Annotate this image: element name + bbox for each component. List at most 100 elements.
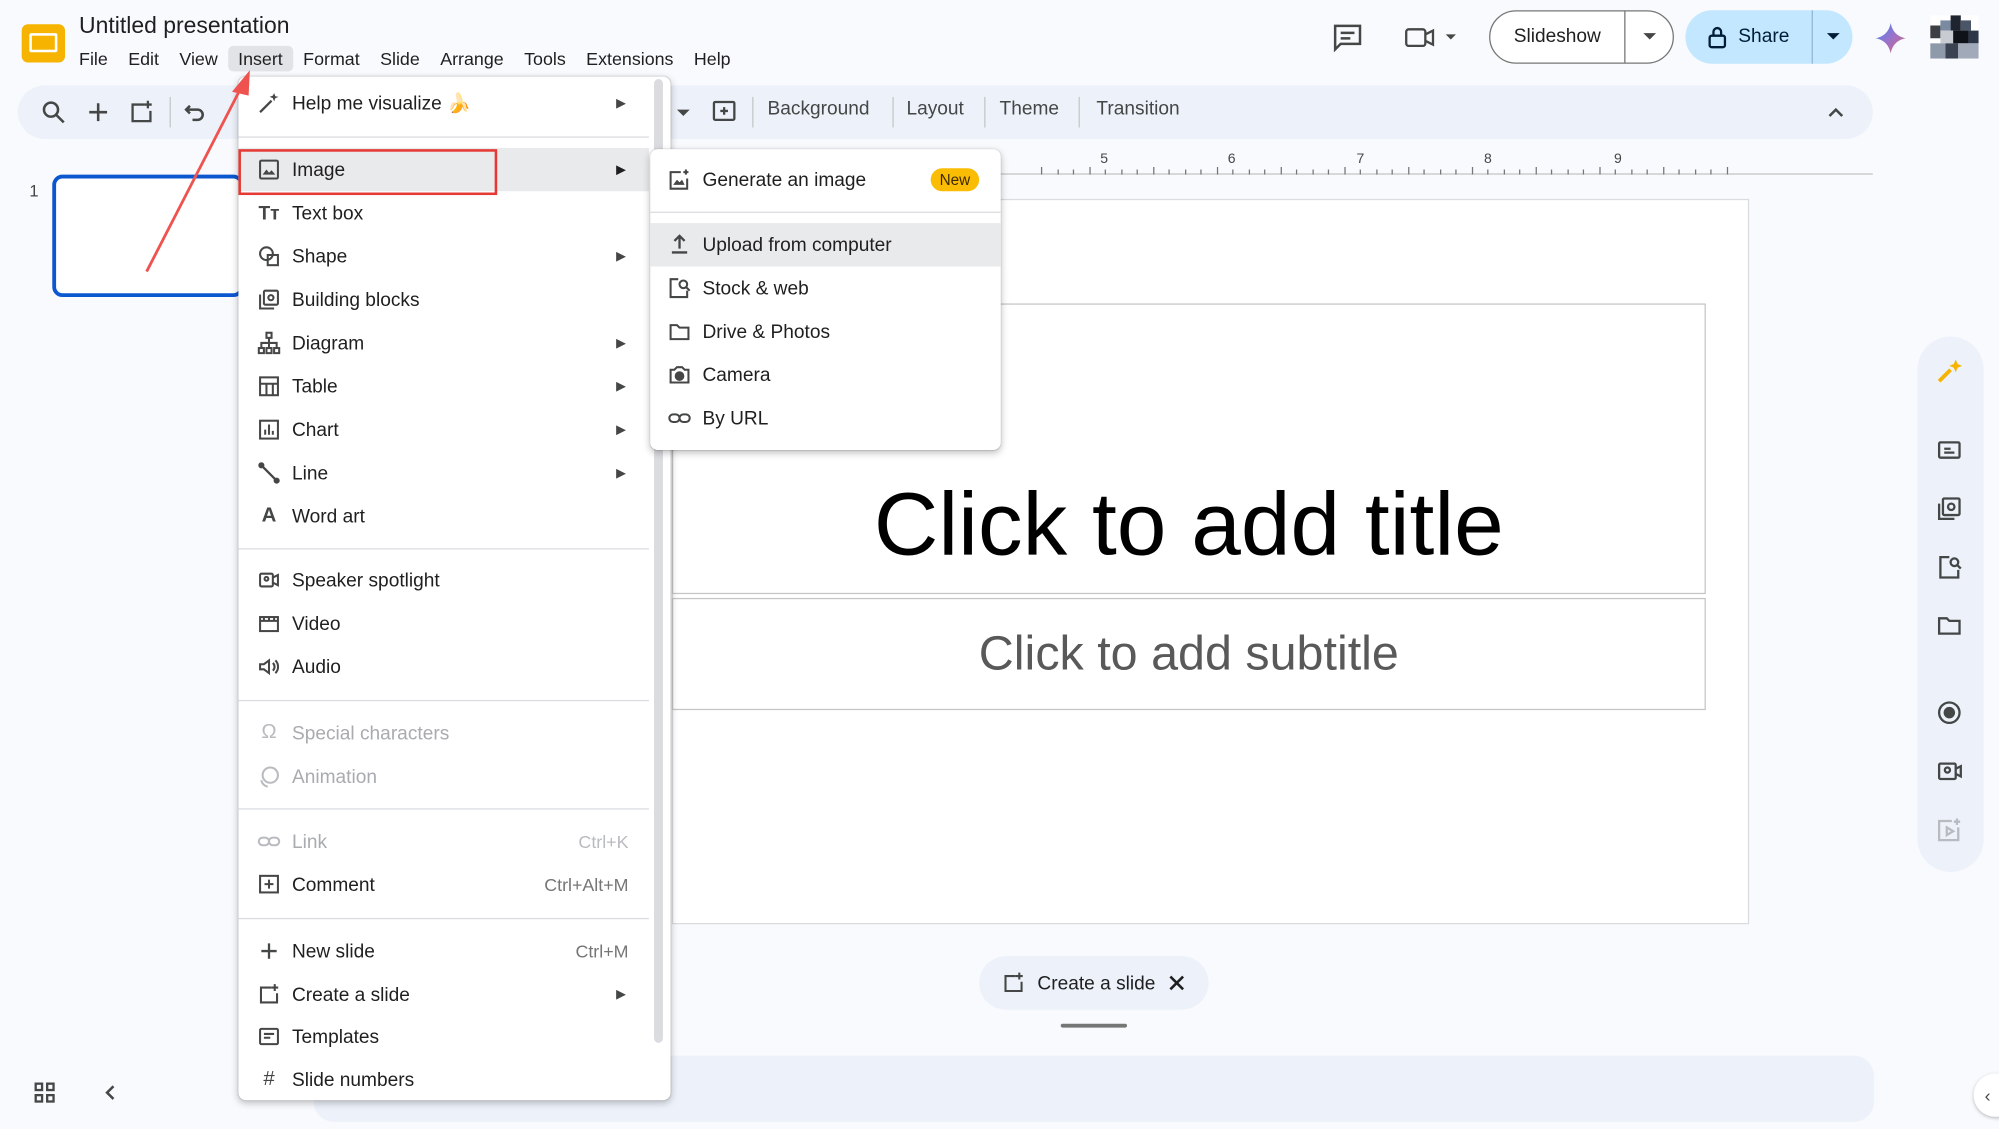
slideshow-dropdown-icon[interactable]: [1625, 32, 1672, 42]
menu-item-line[interactable]: Line ▶: [238, 451, 649, 494]
menu-item-video[interactable]: Video: [238, 602, 649, 645]
stock-images-icon[interactable]: [1935, 553, 1963, 581]
toolbar-dropdown-icon[interactable]: [676, 99, 691, 124]
caption-panel-icon[interactable]: [1935, 436, 1963, 464]
submenu-item-stock-web[interactable]: Stock & web: [650, 266, 1001, 309]
menu-item-shape[interactable]: Shape ▶: [238, 235, 649, 278]
menu-extensions[interactable]: Extensions: [576, 46, 684, 71]
transition-button[interactable]: Transition: [1096, 98, 1179, 120]
submenu-item-drive-photos[interactable]: Drive & Photos: [650, 310, 1001, 353]
menu-item-special-characters[interactable]: Ω Special characters: [238, 711, 649, 754]
speaker-spotlight-icon[interactable]: [1935, 757, 1963, 785]
submenu-item-camera[interactable]: Camera: [650, 353, 1001, 396]
layout-button[interactable]: Layout: [906, 98, 963, 120]
side-panel-toggle-icon[interactable]: ‹: [1973, 1073, 1999, 1117]
menu-item-animation[interactable]: Animation: [238, 755, 649, 798]
resize-handle[interactable]: [1060, 1023, 1128, 1028]
stock-search-icon: [667, 275, 692, 300]
share-label: Share: [1738, 25, 1790, 48]
generate-image-icon: [667, 167, 692, 192]
menu-item-chart[interactable]: Chart ▶: [238, 408, 649, 451]
add-comment-icon: [256, 872, 281, 897]
share-button[interactable]: Share: [1685, 10, 1853, 64]
subtitle-placeholder-text: Click to add subtitle: [978, 626, 1399, 681]
background-button[interactable]: Background: [767, 98, 869, 120]
sparkle-visualize-icon[interactable]: [1935, 357, 1963, 385]
record-icon[interactable]: [1935, 699, 1963, 727]
menu-item-help-me-visualize[interactable]: Help me visualize 🍌 ▶: [238, 82, 649, 125]
submenu-arrow-icon: ▶: [616, 987, 626, 1002]
menu-item-diagram[interactable]: Diagram ▶: [238, 321, 649, 364]
menu-format[interactable]: Format: [293, 46, 370, 71]
text-box-icon: Tт: [258, 202, 280, 224]
menu-item-comment[interactable]: Comment Ctrl+Alt+M: [238, 863, 649, 906]
menu-item-table[interactable]: Table ▶: [238, 365, 649, 408]
create-slide-pill[interactable]: Create a slide: [979, 956, 1209, 1010]
submenu-item-generate-image[interactable]: Generate an image New: [650, 158, 1001, 201]
menu-item-link[interactable]: Link Ctrl+K: [238, 820, 649, 863]
subtitle-placeholder[interactable]: Click to add subtitle: [671, 597, 1706, 711]
menu-insert[interactable]: Insert: [227, 45, 293, 72]
menu-item-new-slide[interactable]: New slide Ctrl+M: [238, 929, 649, 972]
folder-icon: [667, 319, 692, 344]
ruler-mark: 8: [1483, 151, 1492, 168]
slides-logo-icon[interactable]: [20, 20, 66, 66]
menu-item-create-a-slide[interactable]: Create a slide ▶: [238, 973, 649, 1016]
menu-slide[interactable]: Slide: [370, 46, 430, 71]
lock-icon: [1709, 26, 1727, 49]
table-icon: [256, 374, 281, 399]
slideshow-button[interactable]: Slideshow: [1489, 10, 1674, 64]
share-dropdown-icon[interactable]: [1813, 32, 1853, 42]
menu-tools[interactable]: Tools: [514, 46, 576, 71]
menu-edit[interactable]: Edit: [118, 46, 169, 71]
search-menus-icon[interactable]: [41, 99, 66, 124]
plus-icon: [256, 938, 281, 963]
menu-help[interactable]: Help: [684, 46, 741, 71]
video-add-icon[interactable]: [1935, 816, 1963, 844]
submenu-item-by-url[interactable]: By URL: [650, 396, 1001, 439]
document-title[interactable]: Untitled presentation: [79, 13, 289, 40]
building-blocks-icon: [256, 287, 281, 312]
templates-icon: [256, 1024, 281, 1049]
menu-item-slide-numbers[interactable]: # Slide numbers: [238, 1058, 649, 1101]
menu-file[interactable]: File: [69, 46, 118, 71]
submenu-item-upload-from-computer[interactable]: Upload from computer: [650, 223, 1001, 267]
new-badge: New: [930, 168, 980, 192]
submenu-arrow-icon: ▶: [616, 335, 626, 350]
magic-wand-icon: [256, 91, 281, 116]
ruler-mark: 7: [1356, 151, 1365, 168]
folder-icon[interactable]: [1935, 612, 1963, 640]
add-icon[interactable]: [85, 99, 110, 124]
add-comment-icon[interactable]: [711, 99, 736, 124]
slide-thumbnail[interactable]: [52, 174, 244, 298]
collapse-toolbar-icon[interactable]: [1823, 99, 1848, 124]
menu-view[interactable]: View: [169, 46, 228, 71]
theme-button[interactable]: Theme: [1000, 98, 1060, 120]
comments-icon[interactable]: [1331, 20, 1364, 53]
close-icon[interactable]: [1168, 974, 1186, 992]
menu-item-building-blocks[interactable]: Building blocks: [238, 278, 649, 321]
menu-arrange[interactable]: Arrange: [430, 46, 514, 71]
undo-icon[interactable]: [182, 99, 207, 124]
menu-item-speaker-spotlight[interactable]: Speaker spotlight: [238, 558, 649, 601]
slideshow-label[interactable]: Slideshow: [1490, 11, 1626, 63]
link-icon: [256, 829, 281, 854]
collapse-filmstrip-icon[interactable]: [99, 1081, 122, 1104]
meet-camera-icon[interactable]: [1402, 20, 1463, 53]
grid-view-icon[interactable]: [33, 1081, 56, 1104]
create-slide-icon: [256, 982, 281, 1007]
menu-item-templates[interactable]: Templates: [238, 1015, 649, 1058]
menu-bar: File Edit View Insert Format Slide Arran…: [69, 45, 741, 73]
ruler-mark: 5: [1100, 151, 1109, 168]
avatar[interactable]: [1930, 15, 1979, 59]
new-slide-spark-icon[interactable]: [129, 99, 154, 124]
building-blocks-icon[interactable]: [1935, 495, 1963, 523]
gemini-sparkle-icon[interactable]: [1875, 22, 1906, 54]
camera-icon: [667, 362, 692, 387]
menu-item-text-box[interactable]: Tт Text box: [238, 191, 649, 234]
submenu-arrow-icon: ▶: [616, 162, 626, 177]
animation-icon: [256, 764, 281, 789]
shape-icon: [256, 244, 281, 269]
menu-item-word-art[interactable]: A Word art: [238, 495, 649, 538]
menu-item-audio[interactable]: Audio: [238, 645, 649, 688]
